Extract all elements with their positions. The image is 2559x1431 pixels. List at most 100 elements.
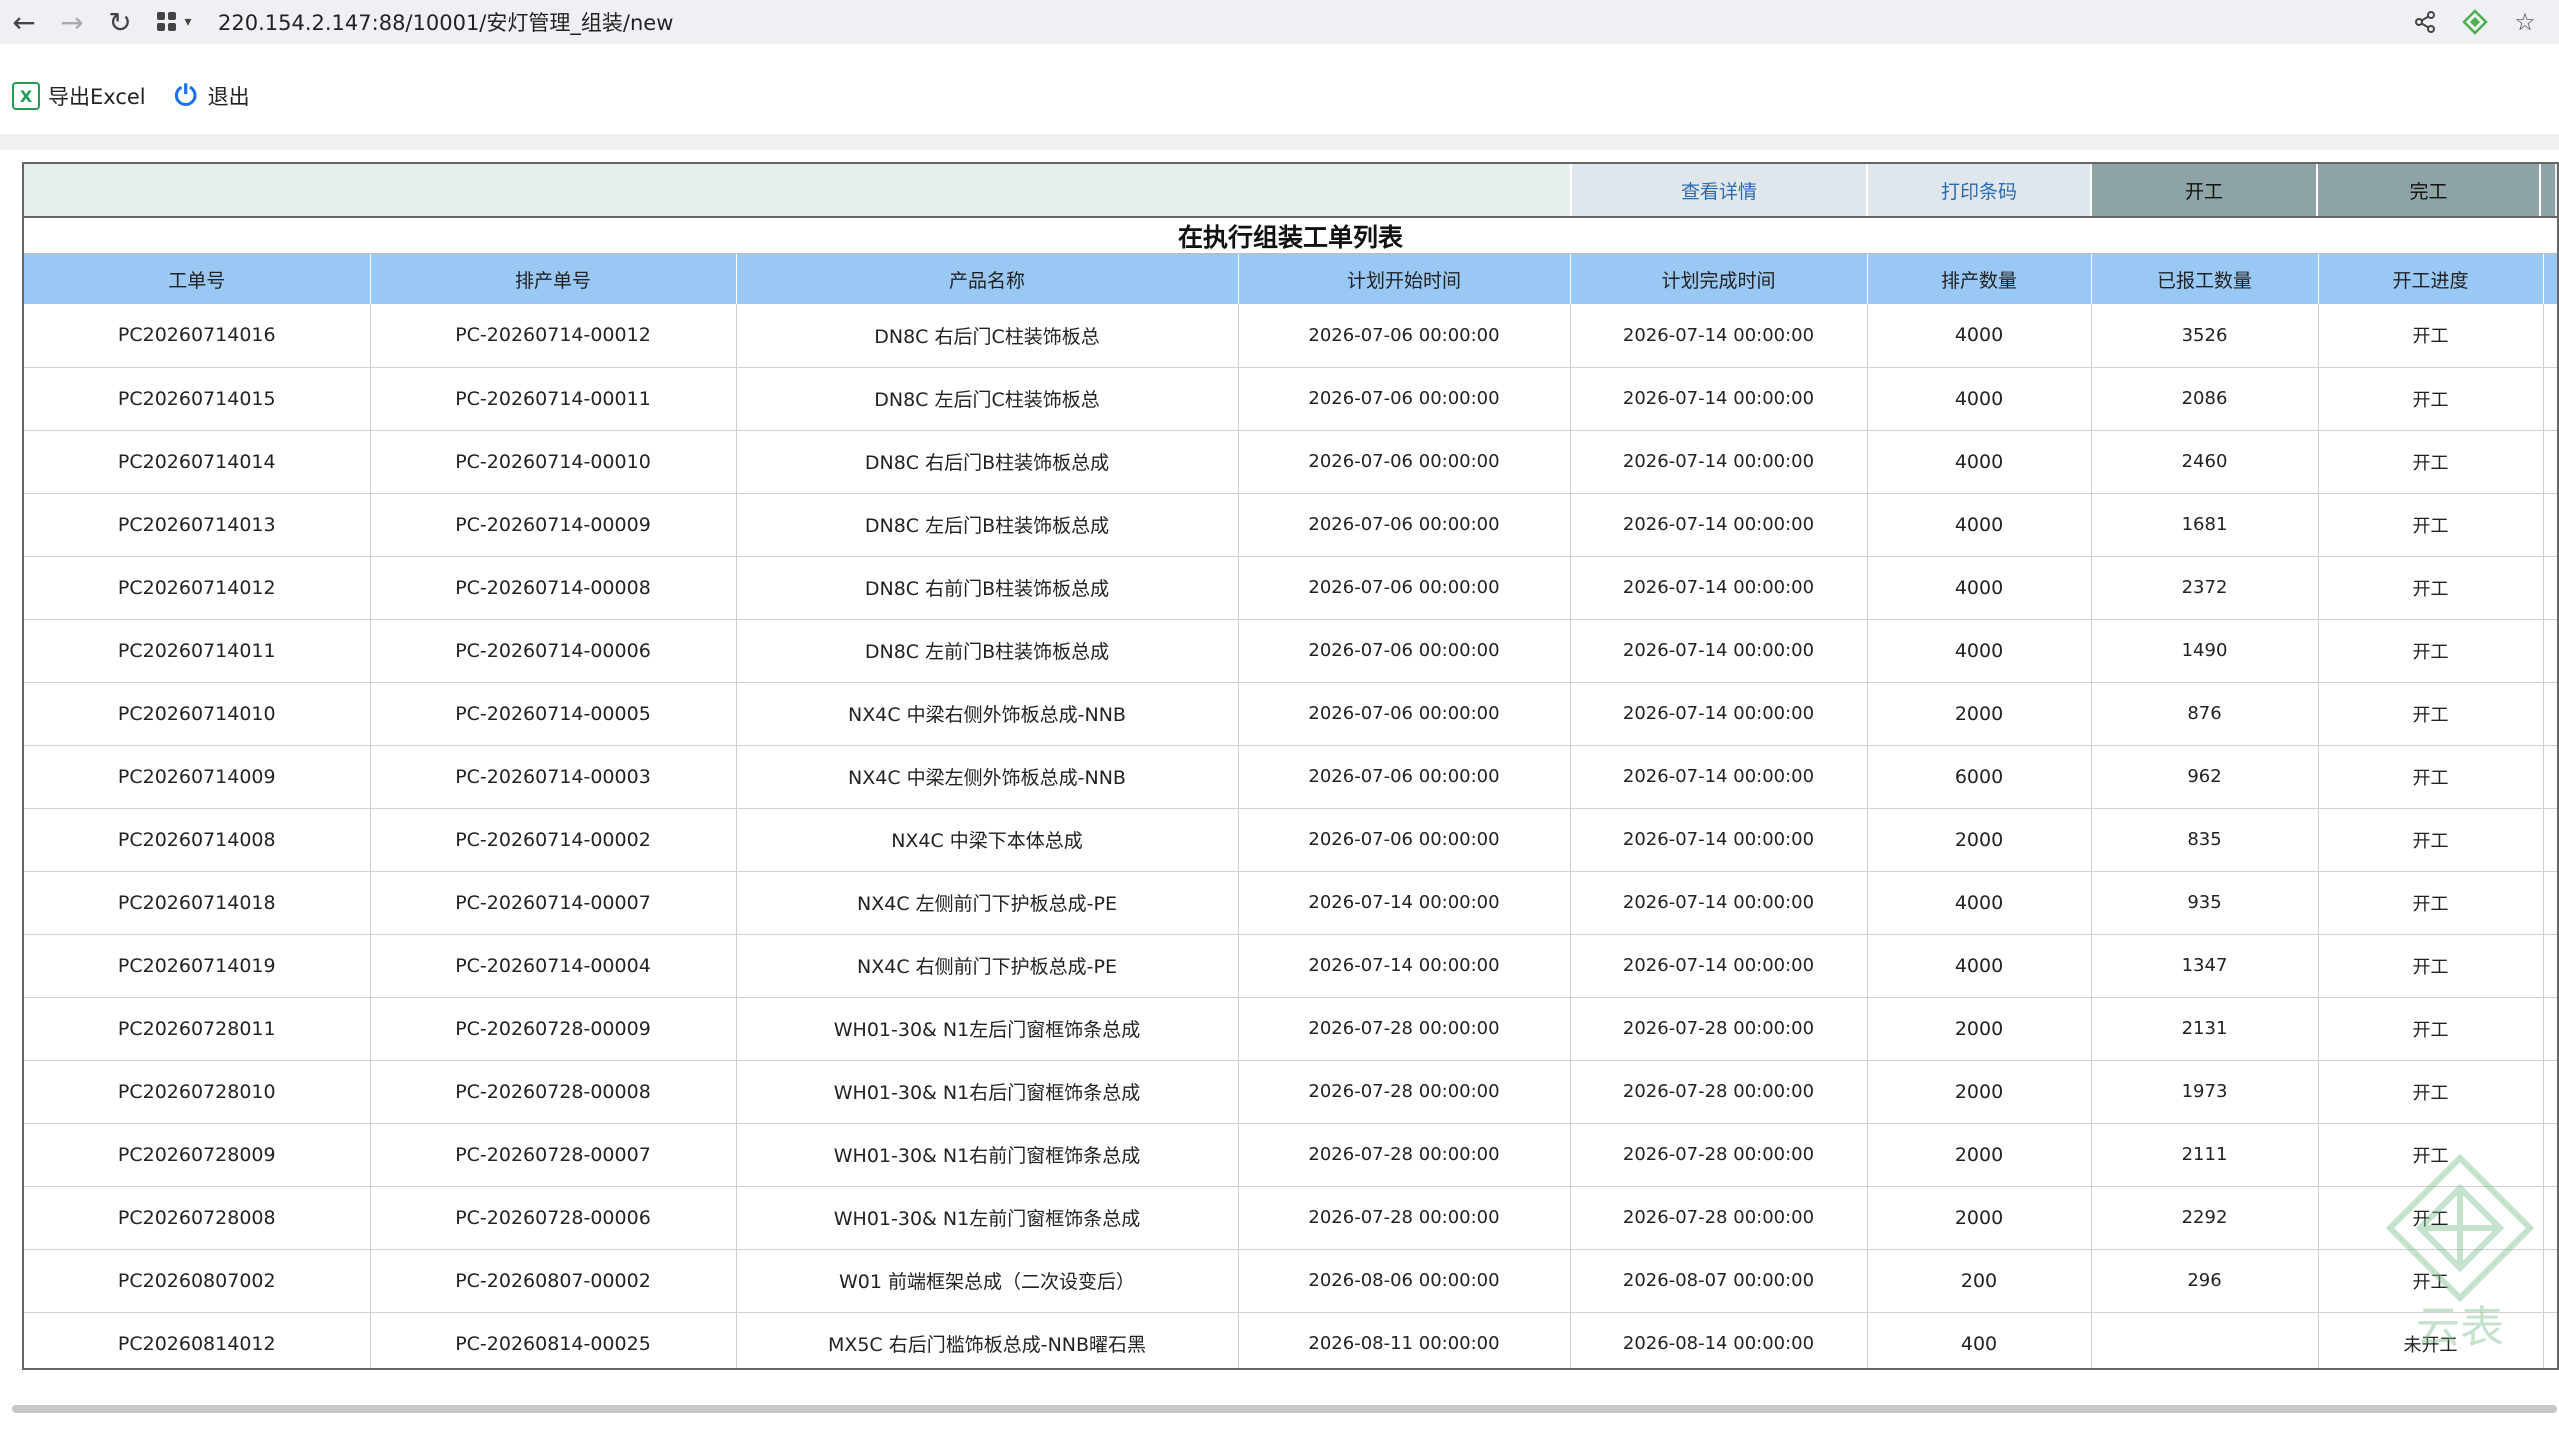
finish-work-button[interactable]: 完工 — [2316, 164, 2539, 216]
table-row[interactable]: PC20260728010 PC-20260728-00008 WH01-30& N… — [24, 1060, 2557, 1124]
start-work-button[interactable]: 开工 — [2090, 164, 2316, 216]
table-cell[interactable]: 2026-08-07 00:00:00 — [1570, 1249, 1868, 1313]
table-cell[interactable]: PC20260714013 — [24, 493, 371, 557]
table-cell[interactable]: 1490 — [2091, 619, 2319, 683]
table-cell[interactable]: PC20260714015 — [24, 367, 371, 431]
table-cell[interactable]: 4000 — [1867, 367, 2092, 431]
table-cell[interactable]: 4000 — [1867, 430, 2092, 494]
table-cell[interactable]: 296 — [2091, 1249, 2319, 1313]
table-row[interactable]: PC20260714016 PC-20260714-00012 DN8C 右后门C柱… — [24, 304, 2557, 368]
table-cell[interactable]: 1681 — [2091, 493, 2319, 557]
table-cell[interactable]: 2026-07-14 00:00:00 — [1238, 934, 1571, 998]
table-cell[interactable]: 2026-07-28 00:00:00 — [1238, 1186, 1571, 1250]
table-cell[interactable]: 835 — [2091, 808, 2319, 872]
column-header[interactable]: 计划完成时间 — [1570, 254, 1868, 304]
table-cell[interactable]: 开工 — [2318, 1123, 2544, 1187]
table-cell[interactable]: PC20260728009 — [24, 1123, 371, 1187]
table-cell[interactable]: WH01-30& N1左前门窗框饰条总成 — [736, 1186, 1239, 1250]
table-cell[interactable]: 2000 — [1867, 1123, 2092, 1187]
table-cell[interactable]: 2026-07-14 00:00:00 — [1570, 682, 1868, 746]
table-row[interactable]: PC20260728008 PC-20260728-00006 WH01-30& N… — [24, 1186, 2557, 1250]
view-details-button[interactable]: 查看详情 — [1570, 164, 1866, 216]
table-cell[interactable]: WH01-30& N1右前门窗框饰条总成 — [736, 1123, 1239, 1187]
table-cell[interactable]: 2000 — [1867, 808, 2092, 872]
table-cell[interactable]: 2026-07-14 00:00:00 — [1570, 556, 1868, 620]
table-cell[interactable]: 4000 — [1867, 619, 2092, 683]
table-cell[interactable]: 2026-07-28 00:00:00 — [1570, 1186, 1868, 1250]
table-cell[interactable]: PC-20260714-00006 — [370, 619, 737, 683]
table-row[interactable]: PC20260714012 PC-20260714-00008 DN8C 右前门B柱… — [24, 556, 2557, 620]
table-cell[interactable]: 2026-07-28 00:00:00 — [1570, 1060, 1868, 1124]
table-cell[interactable]: 开工 — [2318, 682, 2544, 746]
table-cell[interactable]: 开工 — [2318, 1249, 2544, 1313]
table-cell[interactable]: PC20260714010 — [24, 682, 371, 746]
table-cell[interactable]: PC20260714009 — [24, 745, 371, 809]
apps-grid-icon[interactable]: ▾ — [144, 0, 204, 44]
column-header[interactable]: 已报工数量 — [2091, 254, 2319, 304]
table-cell[interactable]: PC20260714016 — [24, 304, 371, 368]
table-cell[interactable]: PC-20260714-00003 — [370, 745, 737, 809]
table-cell[interactable]: DN8C 左后门C柱装饰板总 — [736, 367, 1239, 431]
table-cell[interactable]: 2026-07-14 00:00:00 — [1570, 934, 1868, 998]
table-row[interactable]: PC20260714011 PC-20260714-00006 DN8C 左前门B柱… — [24, 619, 2557, 683]
table-cell[interactable]: 开工 — [2318, 430, 2544, 494]
table-cell[interactable]: 开工 — [2318, 1060, 2544, 1124]
table-cell[interactable]: PC20260714014 — [24, 430, 371, 494]
table-cell[interactable]: 4000 — [1867, 493, 2092, 557]
table-cell[interactable]: MX5C 右后门槛饰板总成-NNB曜石黑 — [736, 1312, 1239, 1368]
column-header[interactable]: 排产单号 — [370, 254, 737, 304]
table-cell[interactable]: PC20260728010 — [24, 1060, 371, 1124]
table-cell[interactable]: 2026-07-06 00:00:00 — [1238, 556, 1571, 620]
horizontal-scrollbar[interactable] — [12, 1405, 2557, 1413]
table-cell[interactable]: PC20260814012 — [24, 1312, 371, 1368]
table-cell[interactable]: PC-20260814-00025 — [370, 1312, 737, 1368]
column-header[interactable]: 计划开始时间 — [1238, 254, 1571, 304]
table-cell[interactable]: 开工 — [2318, 808, 2544, 872]
table-cell[interactable]: 2026-07-28 00:00:00 — [1238, 1123, 1571, 1187]
table-cell[interactable]: PC-20260728-00007 — [370, 1123, 737, 1187]
extension-icon[interactable] — [2453, 0, 2497, 44]
table-cell[interactable]: 2026-08-14 00:00:00 — [1570, 1312, 1868, 1368]
column-header[interactable]: 开工进度 — [2318, 254, 2544, 304]
table-cell[interactable]: 1347 — [2091, 934, 2319, 998]
table-cell[interactable]: 2000 — [1867, 1186, 2092, 1250]
table-row[interactable]: PC20260728011 PC-20260728-00009 WH01-30& N… — [24, 997, 2557, 1061]
table-cell[interactable]: NX4C 中梁左侧外饰板总成-NNB — [736, 745, 1239, 809]
table-cell[interactable]: 2026-07-06 00:00:00 — [1238, 745, 1571, 809]
table-cell[interactable]: PC-20260714-00012 — [370, 304, 737, 368]
table-cell[interactable]: 2026-07-06 00:00:00 — [1238, 367, 1571, 431]
table-cell[interactable]: PC20260714011 — [24, 619, 371, 683]
column-header[interactable]: 工单号 — [24, 254, 371, 304]
table-cell[interactable]: NX4C 左侧前门下护板总成-PE — [736, 871, 1239, 935]
table-cell[interactable]: 2000 — [1867, 1060, 2092, 1124]
table-cell[interactable]: 4000 — [1867, 556, 2092, 620]
table-cell[interactable]: DN8C 左前门B柱装饰板总成 — [736, 619, 1239, 683]
table-cell[interactable]: DN8C 左后门B柱装饰板总成 — [736, 493, 1239, 557]
table-cell[interactable]: 开工 — [2318, 556, 2544, 620]
table-cell[interactable]: 2026-07-14 00:00:00 — [1570, 493, 1868, 557]
table-cell[interactable]: 2026-07-06 00:00:00 — [1238, 304, 1571, 368]
table-cell[interactable]: PC20260807002 — [24, 1249, 371, 1313]
column-header[interactable]: 排产数量 — [1867, 254, 2092, 304]
table-cell[interactable]: NX4C 中梁右侧外饰板总成-NNB — [736, 682, 1239, 746]
table-cell[interactable]: PC-20260728-00006 — [370, 1186, 737, 1250]
table-cell[interactable]: PC20260728011 — [24, 997, 371, 1061]
table-cell[interactable]: 开工 — [2318, 997, 2544, 1061]
table-cell[interactable]: 1973 — [2091, 1060, 2319, 1124]
back-arrow-icon[interactable]: ← — [0, 0, 48, 44]
table-cell[interactable]: PC-20260728-00008 — [370, 1060, 737, 1124]
table-cell[interactable]: 2026-07-14 00:00:00 — [1238, 871, 1571, 935]
table-cell[interactable]: 2026-07-28 00:00:00 — [1570, 997, 1868, 1061]
table-cell[interactable]: 2000 — [1867, 682, 2092, 746]
table-cell[interactable]: 2026-07-28 00:00:00 — [1238, 1060, 1571, 1124]
table-cell[interactable]: W01 前端框架总成（二次设变后） — [736, 1249, 1239, 1313]
table-cell[interactable]: 2026-07-14 00:00:00 — [1570, 430, 1868, 494]
table-row[interactable]: PC20260714010 PC-20260714-00005 NX4C 中梁右侧外… — [24, 682, 2557, 746]
table-cell[interactable]: 962 — [2091, 745, 2319, 809]
table-cell[interactable]: 2026-07-14 00:00:00 — [1570, 808, 1868, 872]
table-cell[interactable]: 2026-07-06 00:00:00 — [1238, 493, 1571, 557]
table-row[interactable]: PC20260807002 PC-20260807-00002 W01 前端框架总成… — [24, 1249, 2557, 1313]
table-cell[interactable]: WH01-30& N1右后门窗框饰条总成 — [736, 1060, 1239, 1124]
table-cell[interactable]: NX4C 右侧前门下护板总成-PE — [736, 934, 1239, 998]
table-cell[interactable]: 2026-07-06 00:00:00 — [1238, 430, 1571, 494]
